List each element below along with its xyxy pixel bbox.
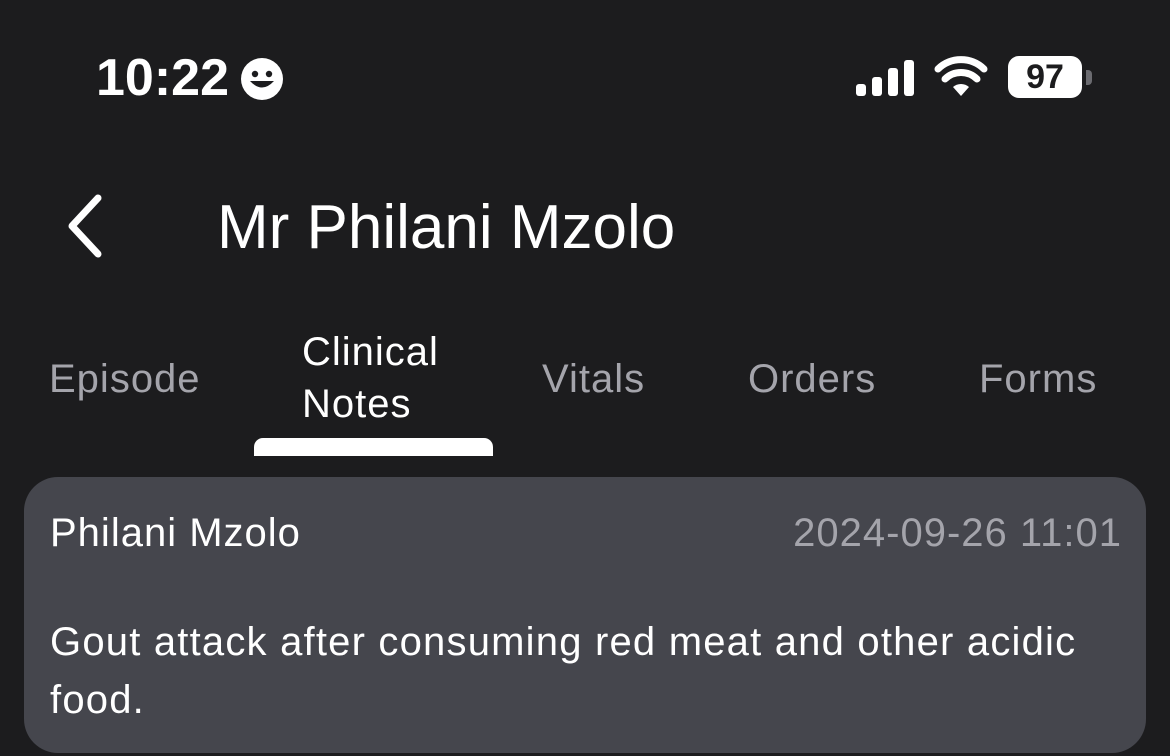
battery-icon: 97 bbox=[1008, 56, 1092, 100]
battery-level: 97 bbox=[1026, 58, 1064, 96]
signal-icon bbox=[856, 60, 914, 96]
active-tab-indicator bbox=[254, 438, 493, 456]
back-button[interactable] bbox=[56, 188, 116, 264]
face-icon bbox=[241, 58, 283, 100]
status-time: 10:22 bbox=[96, 49, 229, 107]
tab-clinical-notes[interactable]: Clinical Notes bbox=[302, 326, 492, 430]
chevron-left-icon bbox=[68, 194, 102, 258]
wifi-icon bbox=[934, 56, 988, 96]
clinical-note-card[interactable]: Philani Mzolo 2024-09-26 11:01 Gout atta… bbox=[24, 477, 1146, 753]
tab-vitals[interactable]: Vitals bbox=[542, 353, 645, 405]
battery-cap bbox=[1086, 70, 1092, 85]
tab-orders[interactable]: Orders bbox=[748, 353, 876, 405]
tab-bar: Episode Clinical Notes Vitals Orders For… bbox=[0, 320, 1170, 460]
tab-episode[interactable]: Episode bbox=[49, 353, 201, 405]
note-author: Philani Mzolo bbox=[50, 511, 301, 555]
tab-forms[interactable]: Forms bbox=[979, 353, 1097, 405]
page-title: Mr Philani Mzolo bbox=[217, 193, 676, 262]
note-body: Gout attack after consuming red meat and… bbox=[50, 620, 1077, 722]
note-timestamp: 2024-09-26 11:01 bbox=[793, 511, 1122, 555]
status-bar: 10:22 97 bbox=[0, 0, 1170, 150]
